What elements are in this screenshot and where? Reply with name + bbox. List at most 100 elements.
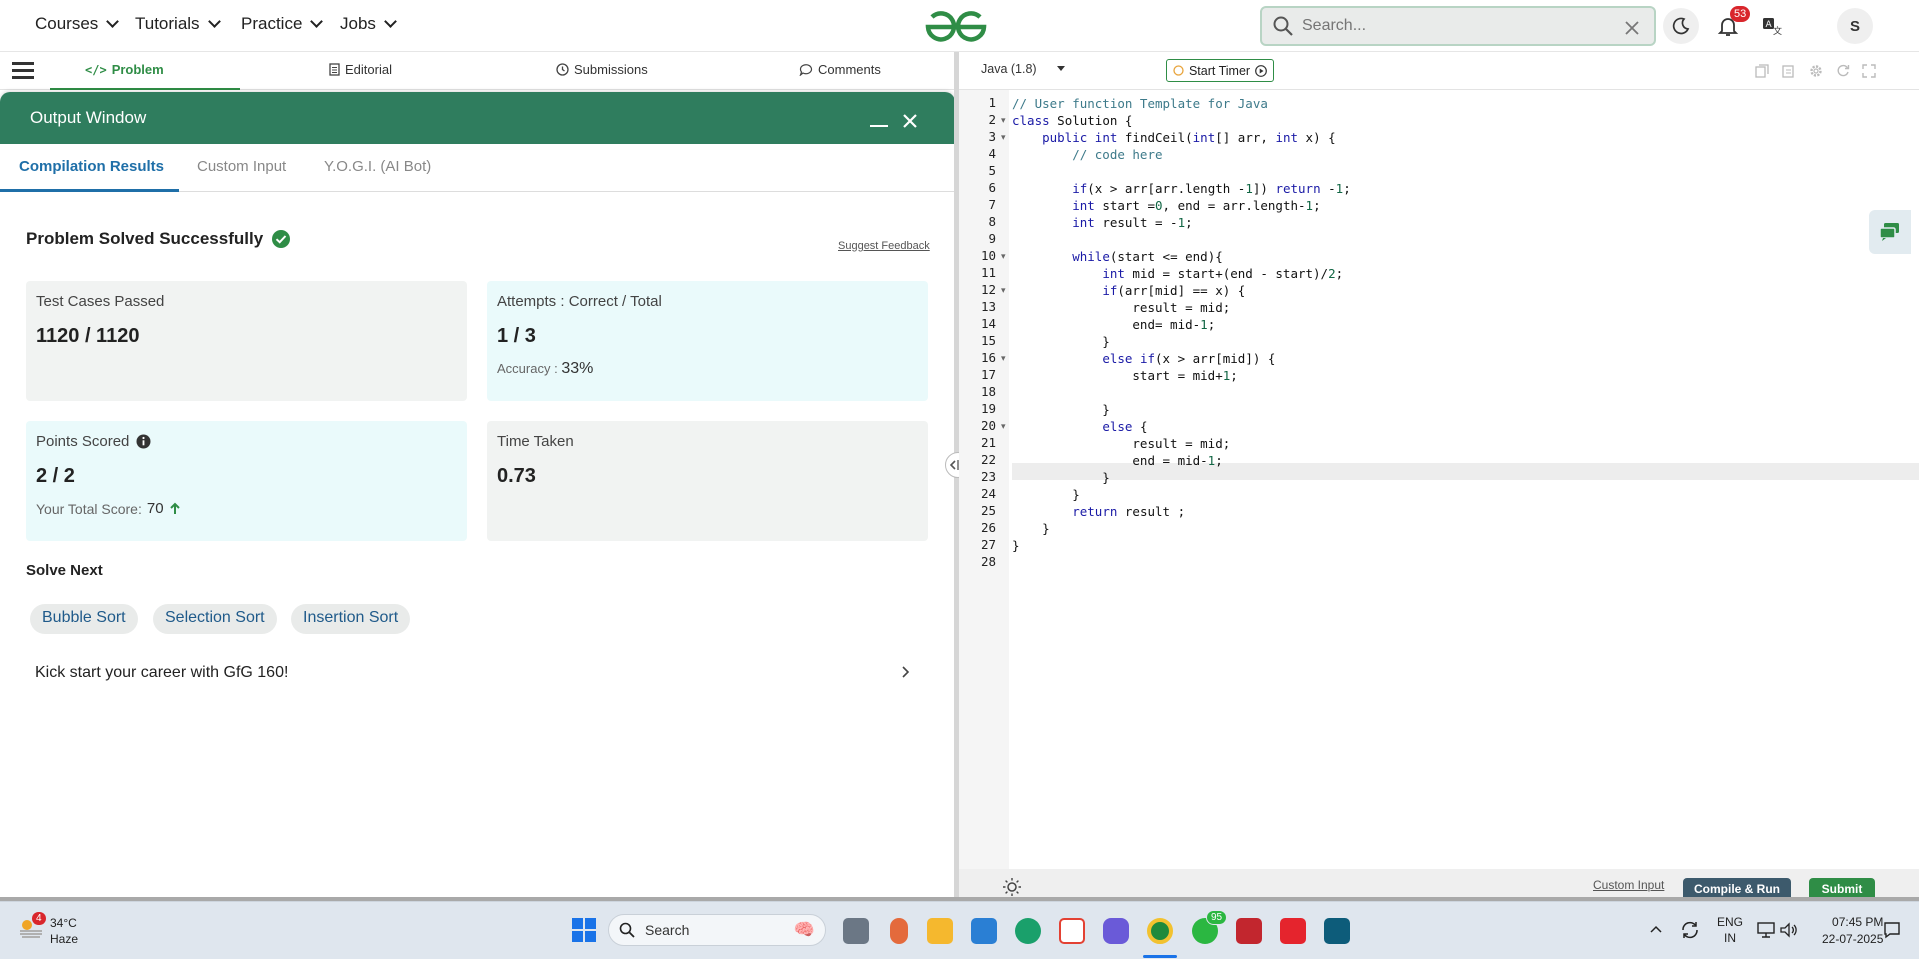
nav-tutorials[interactable]: Tutorials: [135, 14, 221, 34]
code-line[interactable]: result = mid;: [1012, 299, 1230, 316]
tab-compilation-results[interactable]: Compilation Results: [19, 158, 164, 175]
volume-icon[interactable]: [1780, 922, 1798, 938]
code-line[interactable]: end = mid-1;: [1012, 452, 1222, 469]
tab-yogi-ai-bot[interactable]: Y.O.G.I. (AI Bot): [324, 158, 431, 175]
weather-icon[interactable]: 4: [18, 912, 46, 940]
tab-comments[interactable]: Comments: [799, 62, 881, 77]
status-text: Problem Solved Successfully: [26, 229, 264, 248]
app-red-icon[interactable]: [1236, 918, 1262, 944]
reset-icon[interactable]: [1836, 64, 1850, 78]
language-indicator[interactable]: ENG IN: [1717, 914, 1743, 946]
code-line[interactable]: }: [1012, 537, 1020, 554]
code-line[interactable]: public int findCeil(int[] arr, int x) {: [1012, 129, 1336, 146]
nav-jobs[interactable]: Jobs: [340, 14, 397, 34]
notification-center-icon[interactable]: [1882, 920, 1902, 940]
code-line[interactable]: end= mid-1;: [1012, 316, 1215, 333]
microsoft-store-icon[interactable]: [971, 918, 997, 944]
network-icon[interactable]: [1757, 922, 1775, 938]
suggest-feedback-link[interactable]: Suggest Feedback: [838, 240, 930, 252]
code-line[interactable]: }: [1012, 486, 1080, 503]
lightbulb-icon[interactable]: [1002, 877, 1022, 897]
search-input[interactable]: [1302, 17, 1602, 35]
code-line[interactable]: result = mid;: [1012, 435, 1230, 452]
code-line[interactable]: }: [1012, 469, 1110, 486]
edge-icon[interactable]: [1015, 918, 1041, 944]
sync-icon[interactable]: [1680, 920, 1700, 940]
gfg-logo[interactable]: [924, 10, 988, 42]
nav-courses[interactable]: Courses: [35, 14, 120, 34]
fold-arrow-icon[interactable]: ▾: [1001, 251, 1006, 262]
copilot-icon[interactable]: [1103, 918, 1129, 944]
code-line[interactable]: class Solution {: [1012, 112, 1132, 129]
line-number: 9: [988, 231, 996, 246]
code-line[interactable]: start = mid+1;: [1012, 367, 1237, 384]
code-line[interactable]: while(start <= end){: [1012, 248, 1223, 265]
code-line[interactable]: }: [1012, 401, 1110, 418]
file-explorer-icon[interactable]: [927, 918, 953, 944]
windows-start-icon[interactable]: [572, 918, 596, 942]
taskbar-search[interactable]: Search 🧠: [608, 914, 826, 946]
task-view-icon[interactable]: [843, 918, 869, 944]
code-line[interactable]: int start =0, end = arr.length-1;: [1012, 197, 1320, 214]
fold-arrow-icon[interactable]: ▾: [1001, 115, 1006, 126]
code-line[interactable]: if(x > arr[arr.length -1]) return -1;: [1012, 180, 1351, 197]
code-line[interactable]: else if(x > arr[mid]) {: [1012, 350, 1275, 367]
tab-submissions[interactable]: Submissions: [556, 62, 648, 77]
start-timer-button[interactable]: Start Timer: [1166, 59, 1274, 82]
code-line[interactable]: // User function Template for Java: [1012, 95, 1268, 112]
code-line[interactable]: }: [1012, 520, 1050, 537]
code-line[interactable]: else {: [1012, 418, 1147, 435]
language-select[interactable]: Java (1.8): [981, 62, 1065, 76]
whatsapp-icon[interactable]: 95: [1192, 910, 1228, 944]
fold-arrow-icon[interactable]: ▾: [1001, 353, 1006, 364]
paste-icon[interactable]: [1781, 64, 1795, 78]
fold-arrow-icon[interactable]: ▾: [1001, 132, 1006, 143]
microphone-app-icon[interactable]: [890, 918, 908, 944]
code-line[interactable]: if(arr[mid] == x) {: [1012, 282, 1245, 299]
solve-next-insertion-sort[interactable]: Insertion Sort: [291, 604, 411, 634]
fullscreen-icon[interactable]: [1862, 64, 1876, 78]
settings-icon[interactable]: [1809, 64, 1823, 78]
app-teal-icon[interactable]: [1324, 918, 1350, 944]
code-line[interactable]: return result ;: [1012, 503, 1185, 520]
chrome-icon[interactable]: [1147, 918, 1173, 944]
career-banner-text[interactable]: Kick start your career with GfG 160!: [35, 664, 288, 682]
line-number: 10: [980, 248, 996, 263]
taskbar-search-label: Search: [645, 922, 690, 938]
solve-next-selection-sort[interactable]: Selection Sort: [153, 604, 277, 634]
chat-button[interactable]: [1869, 210, 1911, 254]
chevron-up-icon[interactable]: [1650, 925, 1662, 933]
weather-widget[interactable]: 34°C Haze: [50, 915, 78, 947]
close-icon[interactable]: [902, 113, 918, 129]
dark-mode-toggle[interactable]: [1663, 8, 1699, 44]
code-line[interactable]: }: [1012, 333, 1110, 350]
clear-search-icon[interactable]: [1624, 20, 1640, 36]
code-line[interactable]: int mid = start+(end - start)/2;: [1012, 265, 1343, 282]
accuracy-value: 33%: [561, 360, 594, 377]
system-clock[interactable]: 07:45 PM 22-07-2025: [1822, 914, 1883, 948]
nav-practice[interactable]: Practice: [241, 14, 324, 34]
code-line[interactable]: int result = -1;: [1012, 214, 1192, 231]
tab-custom-input[interactable]: Custom Input: [197, 158, 286, 175]
solve-next-bubble-sort[interactable]: Bubble Sort: [30, 604, 138, 634]
minimize-icon[interactable]: [870, 125, 888, 127]
avatar[interactable]: S: [1837, 8, 1873, 44]
time-taken-label: Time Taken: [497, 433, 574, 450]
search-box[interactable]: [1260, 6, 1656, 46]
wps-office-icon[interactable]: [1280, 918, 1306, 944]
line-number: 13: [980, 299, 996, 314]
tab-problem[interactable]: </> Problem: [85, 62, 164, 77]
chevron-right-icon[interactable]: [900, 665, 910, 679]
notifications-button[interactable]: 53: [1710, 6, 1751, 44]
code-line[interactable]: // code here: [1012, 146, 1162, 163]
copy-icon[interactable]: [1755, 64, 1769, 78]
gmail-icon[interactable]: [1059, 918, 1085, 944]
info-icon[interactable]: [136, 434, 151, 449]
top-navbar: Courses Tutorials Practice Jobs 53 A文 S: [0, 0, 1919, 52]
fold-arrow-icon[interactable]: ▾: [1001, 421, 1006, 432]
custom-input-link[interactable]: Custom Input: [1593, 878, 1664, 892]
menu-icon[interactable]: [12, 62, 34, 79]
tab-editorial[interactable]: Editorial: [329, 62, 392, 77]
fold-arrow-icon[interactable]: ▾: [1001, 285, 1006, 296]
translate-button[interactable]: A文: [1754, 8, 1790, 44]
